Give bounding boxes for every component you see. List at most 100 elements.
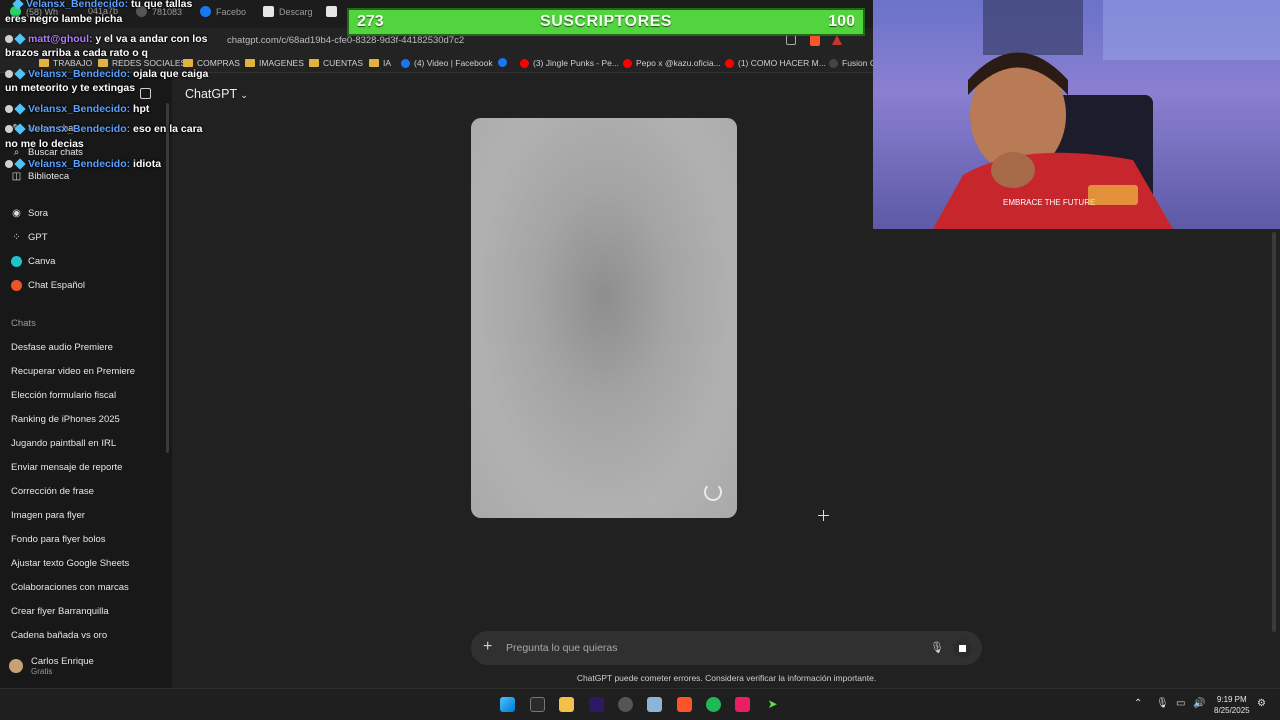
notification-icon[interactable]: ⚙ bbox=[1257, 698, 1266, 709]
chat-message: eres negro lambe picha bbox=[5, 13, 123, 25]
subscriber-goal-bar: 273 SUSCRIPTORES 100 bbox=[347, 8, 865, 36]
system-clock[interactable]: 9:19 PM 8/25/2025 bbox=[1214, 694, 1250, 716]
browser-tab[interactable]: Facebo bbox=[200, 6, 246, 17]
chat-history-item[interactable]: Ranking de iPhones 2025 bbox=[11, 414, 120, 425]
chat-history-item[interactable]: Recuperar video en Premiere bbox=[11, 366, 135, 377]
chat-message: Velansx_Bendecido: hpt bbox=[5, 103, 149, 115]
obs-icon[interactable] bbox=[618, 697, 633, 712]
subscriber-goal: 100 bbox=[828, 13, 855, 30]
webcam-feed: EMBRACE THE FUTURE bbox=[873, 0, 1280, 229]
disclaimer-text: ChatGPT puede cometer errores. Considera… bbox=[576, 673, 877, 683]
chat-history-item[interactable]: Crear flyer Barranquilla bbox=[11, 606, 109, 617]
epic-icon[interactable] bbox=[530, 697, 545, 712]
download-icon bbox=[263, 6, 274, 17]
chat-history-item[interactable]: Fondo para flyer bolos bbox=[11, 534, 106, 545]
prompt-input[interactable]: Pregunta lo que quieras bbox=[506, 642, 618, 654]
bookmark-link[interactable] bbox=[498, 58, 507, 67]
bookmark-folder[interactable]: CUENTAS bbox=[309, 58, 363, 68]
bookmark-link[interactable]: Pepo x @kazu.oficia... bbox=[623, 58, 721, 68]
microphone-icon[interactable]: 🎙 bbox=[1156, 698, 1169, 709]
capcut-icon[interactable] bbox=[735, 697, 750, 712]
user-profile-button[interactable]: Carlos Enrique Gratis bbox=[9, 656, 94, 676]
webcam-person-illustration: EMBRACE THE FUTURE bbox=[933, 0, 1280, 229]
url-field[interactable]: chatgpt.com/c/68ad19b4-cfe0-8328-9d3f-44… bbox=[227, 35, 464, 46]
browser-tab[interactable]: Descarg bbox=[263, 6, 313, 17]
facebook-icon bbox=[498, 58, 507, 67]
folder-icon bbox=[98, 59, 108, 67]
clock-date: 8/25/2025 bbox=[1214, 706, 1250, 715]
chat-history-item[interactable]: Imagen para flyer bbox=[11, 510, 85, 521]
chat-history-item[interactable]: Corrección de frase bbox=[11, 486, 94, 497]
browser-tab[interactable] bbox=[326, 6, 337, 17]
chat-espanol-icon bbox=[11, 280, 22, 291]
sora-icon: ◉ bbox=[12, 208, 21, 219]
premiere-icon[interactable] bbox=[589, 697, 604, 712]
user-badge-icon bbox=[5, 35, 13, 44]
share-icon[interactable] bbox=[786, 35, 796, 45]
brave-icon[interactable] bbox=[677, 697, 692, 712]
grid-icon: ⁘ bbox=[12, 232, 21, 243]
chat-message: Velansx_Bendecido: ojala que caiga bbox=[5, 68, 208, 80]
windows-start-icon[interactable] bbox=[500, 697, 515, 712]
network-icon[interactable]: ▭ bbox=[1176, 698, 1185, 709]
green-arrow-icon[interactable]: ➤ bbox=[765, 697, 780, 712]
folder-icon bbox=[309, 59, 319, 67]
microphone-icon[interactable]: 🎙 bbox=[930, 641, 944, 655]
folder-icon bbox=[369, 59, 379, 67]
loading-spinner-icon bbox=[704, 483, 722, 501]
bookmark-link[interactable]: (3) Jingle Punks - Pe... bbox=[520, 58, 619, 68]
volume-icon[interactable]: 🔊 bbox=[1193, 698, 1205, 709]
site-icon bbox=[829, 58, 838, 68]
sidebar-item-chat-espanol[interactable]: Chat Español bbox=[11, 280, 85, 291]
sidebar-item-gpt[interactable]: ⁘ GPT bbox=[11, 232, 47, 243]
subscriber-label: SUSCRIPTORES bbox=[540, 13, 672, 30]
bookmark-link[interactable]: Fusion Cl bbox=[829, 58, 878, 68]
bookmark-link[interactable]: (1) COMO HACER M... bbox=[725, 58, 826, 68]
bookmark-folder[interactable]: REDES SOCIALES bbox=[98, 58, 186, 68]
chat-message: Velansx_Bendecido: tu que tallas bbox=[12, 0, 192, 10]
clock-time: 9:19 PM bbox=[1216, 695, 1247, 704]
sidebar-scrollbar[interactable] bbox=[166, 103, 169, 453]
main-scrollbar[interactable] bbox=[1272, 232, 1276, 632]
bookmark-folder[interactable]: TRABAJO bbox=[39, 58, 92, 68]
user-badge-icon bbox=[5, 105, 13, 114]
shirt-text: EMBRACE THE FUTURE bbox=[1003, 198, 1095, 207]
chat-message: Velansx_Bendecido: eso en la cara bbox=[5, 123, 203, 135]
chat-history-item[interactable]: Enviar mensaje de reporte bbox=[11, 462, 122, 473]
user-plan: Gratis bbox=[31, 667, 53, 676]
windows-taskbar: ➤ ⌃ 🎙 ▭ 🔊 9:19 PM 8/25/2025 ⚙ bbox=[0, 688, 1280, 720]
brave-shield-icon[interactable] bbox=[810, 35, 820, 46]
chat-message: un meteorito y te extingas bbox=[5, 82, 136, 94]
library-button[interactable]: ◫ Biblioteca bbox=[11, 171, 69, 182]
youtube-icon bbox=[725, 58, 734, 68]
model-selector[interactable]: ChatGPT ⌄ bbox=[185, 87, 248, 101]
user-badge-icon bbox=[5, 160, 13, 169]
chat-history-item[interactable]: Colaboraciones con marcas bbox=[11, 582, 129, 593]
notepad-icon[interactable] bbox=[647, 697, 662, 712]
brave-rewards-icon[interactable] bbox=[832, 35, 842, 45]
chevron-up-icon[interactable]: ⌃ bbox=[1134, 698, 1142, 709]
plus-icon[interactable]: + bbox=[483, 638, 492, 656]
chat-history-item[interactable]: Desfase audio Premiere bbox=[11, 342, 113, 353]
mouse-crosshair-icon bbox=[818, 510, 829, 521]
facebook-icon bbox=[401, 58, 410, 68]
user-badge-icon bbox=[5, 125, 13, 134]
chat-history-item[interactable]: Ajustar texto Google Sheets bbox=[11, 558, 129, 569]
stop-button[interactable] bbox=[953, 639, 972, 658]
spotify-icon[interactable] bbox=[706, 697, 721, 712]
gem-badge-icon bbox=[14, 68, 26, 80]
gem-badge-icon bbox=[12, 0, 24, 10]
bookmark-folder[interactable]: IA bbox=[369, 58, 391, 68]
file-explorer-icon[interactable] bbox=[559, 697, 574, 712]
chat-history-item[interactable]: Cadena bañada vs oro bbox=[11, 630, 107, 641]
chat-history-item[interactable]: Jugando paintball en IRL bbox=[11, 438, 116, 449]
user-name: Carlos Enrique bbox=[31, 656, 94, 667]
bookmark-folder[interactable]: COMPRAS bbox=[183, 58, 240, 68]
sidebar-item-canva[interactable]: Canva bbox=[11, 256, 55, 267]
sidebar-item-sora[interactable]: ◉ Sora bbox=[11, 208, 48, 219]
sidebar-toggle-icon[interactable] bbox=[140, 88, 151, 99]
chat-history-item[interactable]: Elección formulario fiscal bbox=[11, 390, 116, 401]
prompt-composer[interactable]: + Pregunta lo que quieras 🎙 bbox=[471, 631, 982, 665]
bookmark-folder[interactable]: IMAGENES bbox=[245, 58, 304, 68]
bookmark-link[interactable]: (4) Video | Facebook bbox=[401, 58, 493, 68]
